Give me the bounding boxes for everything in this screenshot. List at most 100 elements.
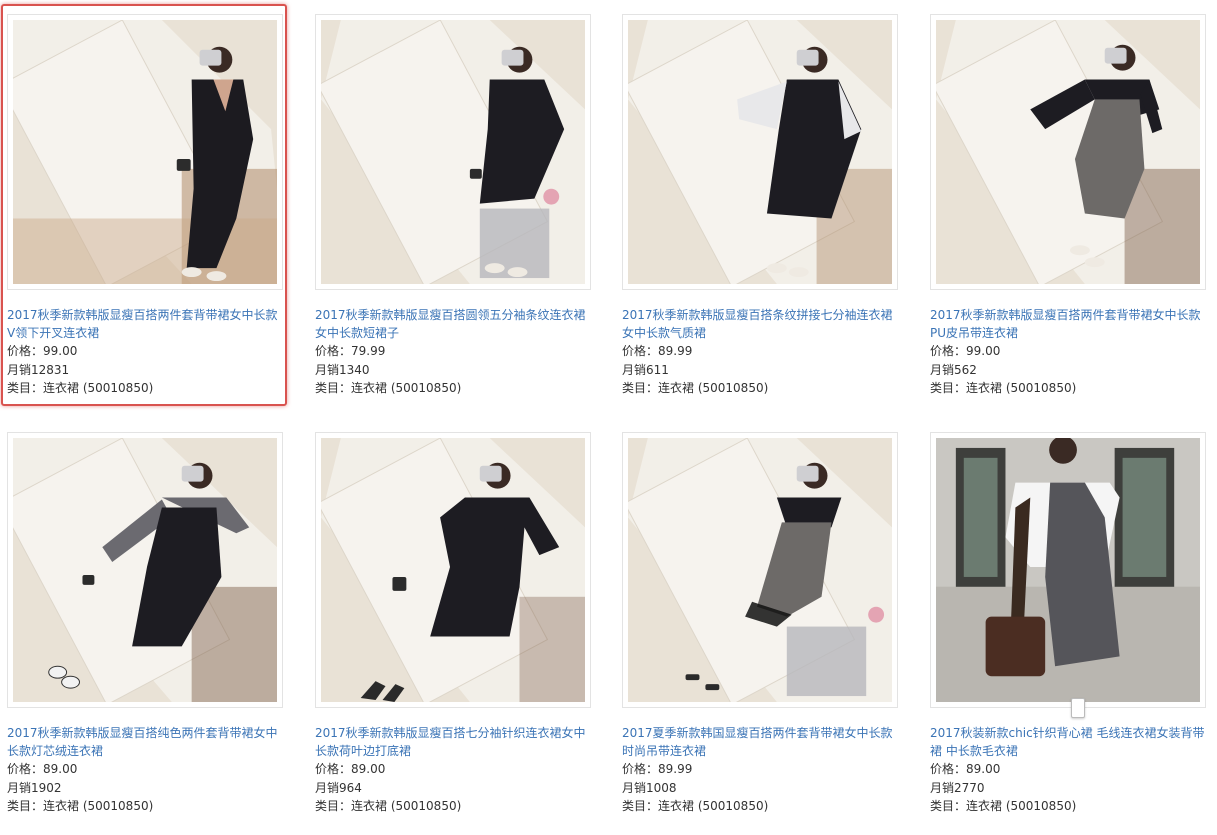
product-title-line1: 2017秋季新款韩版显瘦百搭两件套背带裙女中长款 [930,308,1201,322]
product-image[interactable] [930,14,1206,290]
price-label: 价格： [315,344,352,358]
sales-label: 月销 [315,362,340,377]
product-image[interactable] [7,432,283,708]
sales-value: 611 [646,362,669,377]
product-card[interactable]: 2017秋季新款韩版显瘦百搭纯色两件套背带裙女中 长款灯芯绒连衣裙 价格：89.… [7,432,285,816]
product-sales: 月销1340 [315,361,593,380]
product-card[interactable]: 2017夏季新款韩国显瘦百搭两件套背带裙女中长款 时尚吊带连衣裙 价格：89.9… [622,432,900,816]
category-label: 类目： [622,799,659,813]
product-title-link[interactable]: 2017夏季新款韩国显瘦百搭两件套背带裙女中长款 时尚吊带连衣裙 [622,724,900,760]
category-value: 连衣裙 (50010850) [658,381,769,395]
product-image[interactable] [622,14,898,290]
product-category: 类目：连衣裙 (50010850) [7,797,285,816]
product-title-line1: 2017秋装新款chic针织背心裙 毛线连衣裙女装背带 [930,726,1205,740]
resize-handle[interactable] [1071,698,1085,718]
product-price: 价格：89.99 [622,760,900,779]
product-image[interactable] [622,432,898,708]
product-title-line1: 2017夏季新款韩国显瘦百搭两件套背带裙女中长款 [622,726,893,740]
product-title-line2: 长款灯芯绒连衣裙 [7,744,104,758]
sales-value: 1008 [646,780,677,795]
price-label: 价格： [7,344,44,358]
product-category: 类目：连衣裙 (50010850) [315,379,593,398]
category-value: 连衣裙 (50010850) [351,381,462,395]
product-title-line1: 2017秋季新款韩版显瘦百搭圆领五分袖条纹连衣裙 [315,308,586,322]
sales-value: 964 [339,780,362,795]
product-image[interactable] [315,14,591,290]
product-title-line1: 2017秋季新款韩版显瘦百搭七分袖针织连衣裙女中 [315,726,586,740]
product-price: 价格：99.00 [7,342,285,361]
product-category: 类目：连衣裙 (50010850) [930,379,1208,398]
product-title-link[interactable]: 2017秋季新款韩版显瘦百搭两件套背带裙女中长款 V领下开叉连衣裙 [7,306,285,342]
category-label: 类目： [930,799,967,813]
price-value: 89.00 [351,762,386,776]
price-label: 价格： [622,762,659,776]
price-value: 99.00 [966,344,1001,358]
product-title-link[interactable]: 2017秋季新款韩版显瘦百搭圆领五分袖条纹连衣裙 女中长款短裙子 [315,306,593,342]
price-value: 89.99 [658,762,693,776]
product-sales: 月销964 [315,779,593,798]
price-label: 价格： [930,344,967,358]
product-category: 类目：连衣裙 (50010850) [622,379,900,398]
product-category: 类目：连衣裙 (50010850) [930,797,1208,816]
product-card[interactable]: 2017秋装新款chic针织背心裙 毛线连衣裙女装背带 裙 中长款毛衣裙 价格：… [930,432,1208,816]
product-card[interactable]: 2017秋季新款韩版显瘦百搭圆领五分袖条纹连衣裙 女中长款短裙子 价格：79.9… [315,14,593,398]
product-category: 类目：连衣裙 (50010850) [622,797,900,816]
price-value: 89.00 [43,762,78,776]
category-label: 类目： [930,381,967,395]
product-card[interactable]: 2017秋季新款韩版显瘦百搭七分袖针织连衣裙女中 长款荷叶边打底裙 价格：89.… [315,432,593,816]
product-title-line2: 时尚吊带连衣裙 [622,744,707,758]
product-category: 类目：连衣裙 (50010850) [7,379,285,398]
dress-photo [321,20,585,284]
product-title-link[interactable]: 2017秋装新款chic针织背心裙 毛线连衣裙女装背带 裙 中长款毛衣裙 [930,724,1208,760]
category-label: 类目： [7,381,44,395]
product-price: 价格：89.00 [7,760,285,779]
sales-value: 12831 [31,362,70,377]
sales-label: 月销 [622,780,647,795]
product-image[interactable] [7,14,283,290]
price-value: 89.00 [966,762,1001,776]
product-card[interactable]: 2017秋季新款韩版显瘦百搭条纹拼接七分袖连衣裙 女中长款气质裙 价格：89.9… [622,14,900,398]
price-label: 价格： [315,762,352,776]
sales-value: 2770 [954,780,985,795]
product-sales: 月销1902 [7,779,285,798]
product-card[interactable]: 2017秋季新款韩版显瘦百搭两件套背带裙女中长款 PU皮吊带连衣裙 价格：99.… [930,14,1208,398]
sales-label: 月销 [930,362,955,377]
product-category: 类目：连衣裙 (50010850) [315,797,593,816]
product-price: 价格：89.00 [930,760,1208,779]
sales-value: 1340 [339,362,370,377]
category-label: 类目： [7,799,44,813]
category-label: 类目： [315,381,352,395]
category-value: 连衣裙 (50010850) [966,799,1077,813]
product-title-link[interactable]: 2017秋季新款韩版显瘦百搭条纹拼接七分袖连衣裙 女中长款气质裙 [622,306,900,342]
product-sales: 月销2770 [930,779,1208,798]
sales-value: 1902 [31,780,62,795]
price-label: 价格： [930,762,967,776]
product-price: 价格：99.00 [930,342,1208,361]
category-value: 连衣裙 (50010850) [658,799,769,813]
category-value: 连衣裙 (50010850) [43,799,154,813]
product-title-link[interactable]: 2017秋季新款韩版显瘦百搭两件套背带裙女中长款 PU皮吊带连衣裙 [930,306,1208,342]
sales-value: 562 [954,362,977,377]
sales-label: 月销 [7,780,32,795]
product-sales: 月销1008 [622,779,900,798]
product-price: 价格：89.99 [622,342,900,361]
product-price: 价格：89.00 [315,760,593,779]
product-title-link[interactable]: 2017秋季新款韩版显瘦百搭七分袖针织连衣裙女中 长款荷叶边打底裙 [315,724,593,760]
product-sales: 月销611 [622,361,900,380]
category-value: 连衣裙 (50010850) [43,381,154,395]
price-value: 79.99 [351,344,386,358]
category-label: 类目： [622,381,659,395]
product-title-link[interactable]: 2017秋季新款韩版显瘦百搭纯色两件套背带裙女中 长款灯芯绒连衣裙 [7,724,285,760]
category-value: 连衣裙 (50010850) [351,799,462,813]
category-label: 类目： [315,799,352,813]
product-title-line1: 2017秋季新款韩版显瘦百搭两件套背带裙女中长款 [7,308,278,322]
dress-photo [13,20,277,284]
product-grid: 2017秋季新款韩版显瘦百搭两件套背带裙女中长款 V领下开叉连衣裙 价格：99.… [0,0,1217,835]
product-title-line2: 女中长款气质裙 [622,326,707,340]
dress-photo [936,438,1200,702]
product-title-line2: PU皮吊带连衣裙 [930,326,1019,340]
product-image[interactable] [315,432,591,708]
price-label: 价格： [7,762,44,776]
product-card[interactable]: 2017秋季新款韩版显瘦百搭两件套背带裙女中长款 V领下开叉连衣裙 价格：99.… [1,4,287,406]
product-image[interactable] [930,432,1206,708]
